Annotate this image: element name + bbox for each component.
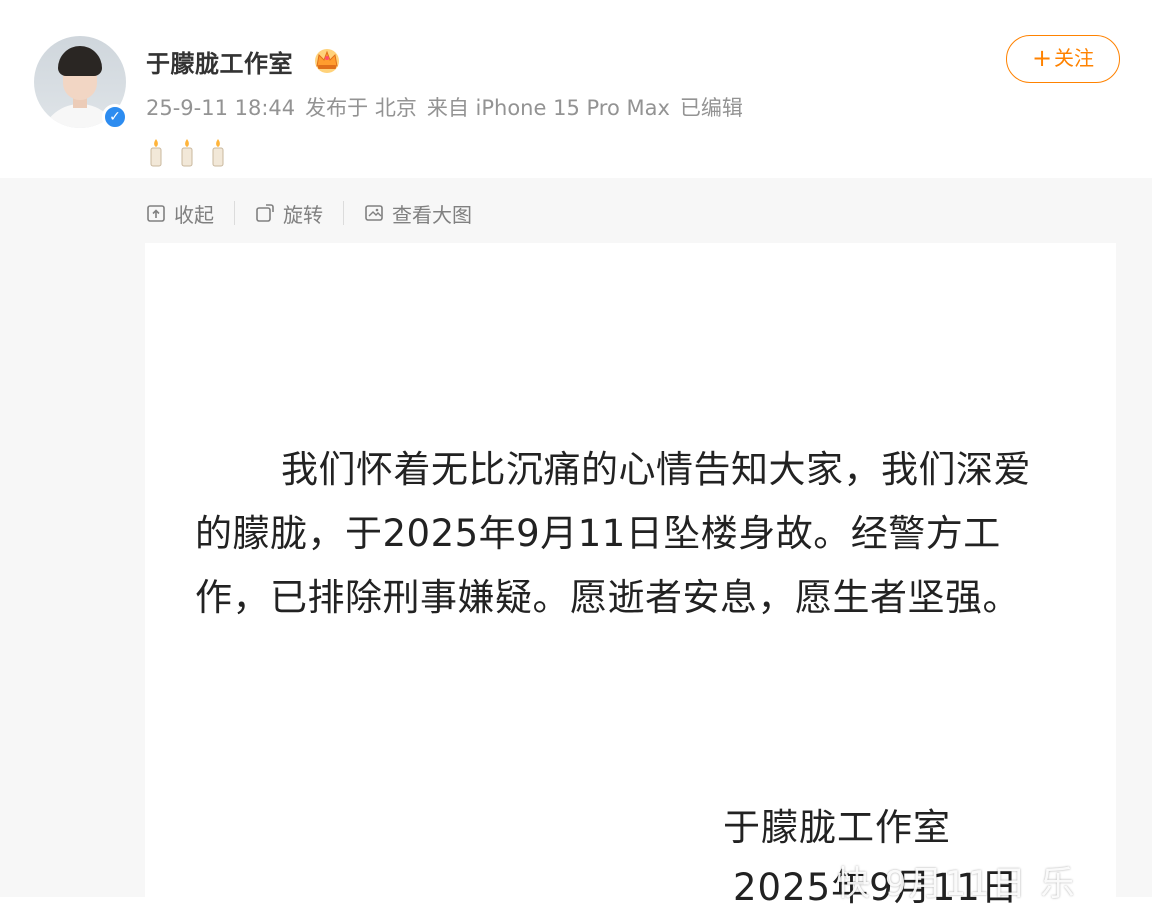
post-source: 来自 iPhone 15 Pro Max bbox=[426, 96, 670, 120]
collapse-icon bbox=[147, 205, 165, 222]
post-time[interactable]: 25-9-11 18:44 bbox=[146, 96, 295, 120]
toolbar-divider bbox=[234, 201, 235, 225]
candle-icon bbox=[212, 139, 224, 167]
watermark: 快 9月11日 乐 bbox=[836, 864, 1077, 904]
collapse-button[interactable]: 收起 bbox=[146, 199, 214, 228]
candle-icon bbox=[181, 139, 193, 167]
post-edited[interactable]: 已编辑 bbox=[680, 96, 743, 120]
post-emoji bbox=[146, 138, 234, 168]
notice-body: 我们怀着无比沉痛的心情告知大家，我们深爱的朦胧，于2025年9月11日坠楼身故。… bbox=[195, 448, 1031, 619]
rotate-label: 旋转 bbox=[283, 202, 323, 227]
author-name[interactable]: 于朦胧工作室 bbox=[146, 44, 293, 79]
media-area: 收起 旋转 查看大图 我们怀着无比沉痛的心情告知大家，我们深爱的朦胧，于2025… bbox=[0, 178, 1152, 909]
image-toolbar: 收起 旋转 查看大图 bbox=[146, 198, 472, 228]
post-location: 发布于 北京 bbox=[305, 96, 417, 120]
toolbar-divider bbox=[343, 201, 344, 225]
post-header: ✓ 于朦胧工作室 25-9-11 18:44 发布于 北京 来自 iPhone 15… bbox=[0, 0, 1152, 178]
follow-label: 关注 bbox=[1054, 46, 1095, 70]
avatar[interactable]: ✓ bbox=[34, 36, 128, 130]
verified-icon: ✓ bbox=[102, 104, 128, 130]
follow-button[interactable]: + 关注 bbox=[1006, 35, 1120, 83]
collapse-label: 收起 bbox=[174, 202, 214, 227]
rotate-icon bbox=[256, 204, 274, 222]
view-large-label: 查看大图 bbox=[392, 202, 472, 227]
view-large-button[interactable]: 查看大图 bbox=[364, 199, 472, 228]
post-meta: 25-9-11 18:44 发布于 北京 来自 iPhone 15 Pro Max 已… bbox=[146, 92, 753, 122]
post-image[interactable]: 我们怀着无比沉痛的心情告知大家，我们深爱的朦胧，于2025年9月11日坠楼身故。… bbox=[145, 243, 1116, 909]
view-large-icon bbox=[365, 205, 383, 221]
crown-icon bbox=[315, 49, 339, 73]
rotate-button[interactable]: 旋转 bbox=[255, 199, 323, 228]
candle-icon bbox=[150, 139, 162, 167]
notice-signature: 于朦胧工作室 bbox=[723, 806, 951, 849]
plus-icon: + bbox=[1031, 44, 1053, 72]
